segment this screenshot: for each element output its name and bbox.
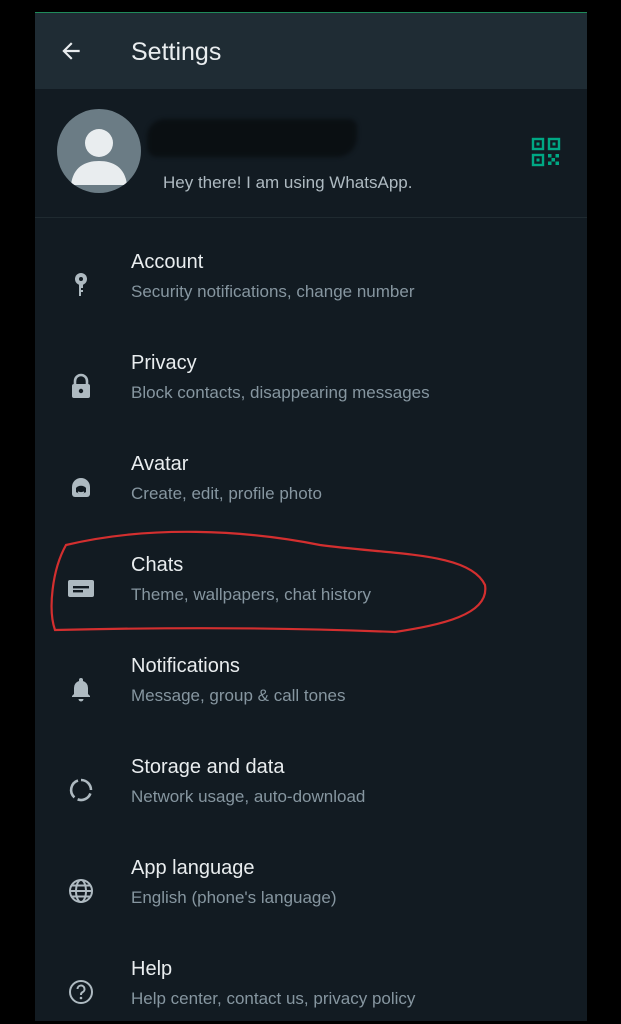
app-bar: Settings [35,13,587,89]
menu-item-chats[interactable]: Chats Theme, wallpapers, chat history [35,546,587,646]
back-button[interactable] [55,35,87,67]
menu-item-notifications[interactable]: Notifications Message, group & call tone… [35,647,587,747]
menu-item-label: Notifications [131,655,240,677]
default-avatar-icon [71,129,127,185]
menu-item-subtitle: Security notifications, change number [131,282,415,301]
menu-item-subtitle: Help center, contact us, privacy policy [131,989,416,1008]
menu-item-label: Chats [131,554,184,576]
menu-item-label: Avatar [131,453,189,475]
page-title: Settings [131,38,222,66]
menu-item-subtitle: Theme, wallpapers, chat history [131,585,371,604]
menu-item-app-language[interactable]: App language English (phone's language) [35,849,587,949]
avatar-face-icon [72,478,90,497]
menu-item-account[interactable]: Account Security notifications, change n… [35,243,587,343]
menu-item-subtitle: Message, group & call tones [131,686,346,705]
profile-avatar[interactable] [57,109,141,193]
menu-item-label: Help [131,958,173,980]
menu-item-subtitle: Create, edit, profile photo [131,484,322,503]
menu-item-help[interactable]: Help Help center, contact us, privacy po… [35,950,587,1021]
lock-icon [72,373,90,398]
storage-circle-icon [69,778,93,802]
menu-item-subtitle: Block contacts, disappearing messages [131,383,430,402]
menu-item-label: Storage and data [131,756,285,778]
menu-item-label: Account [131,251,204,273]
menu-item-subtitle: English (phone's language) [131,888,337,907]
profile-status: Hey there! I am using WhatsApp. [163,173,413,192]
help-circle-icon [69,980,93,1004]
menu-item-label: Privacy [131,352,197,374]
menu-item-storage[interactable]: Storage and data Network usage, auto-dow… [35,748,587,848]
menu-item-subtitle: Network usage, auto-download [131,787,366,806]
qr-code-icon [531,137,561,167]
phone-screen: Settings Hey there! I am using WhatsApp. [35,12,587,1021]
profile-section[interactable]: Hey there! I am using WhatsApp. [35,91,587,218]
key-icon [75,273,87,296]
qr-code-button[interactable] [531,137,561,167]
globe-icon [69,879,93,903]
menu-item-privacy[interactable]: Privacy Block contacts, disappearing mes… [35,344,587,444]
redacted-profile-name [147,119,357,157]
chat-icon [68,580,94,597]
bell-icon [72,678,90,702]
menu-item-avatar[interactable]: Avatar Create, edit, profile photo [35,445,587,545]
menu-item-label: App language [131,857,255,879]
arrow-left-icon [62,42,80,60]
